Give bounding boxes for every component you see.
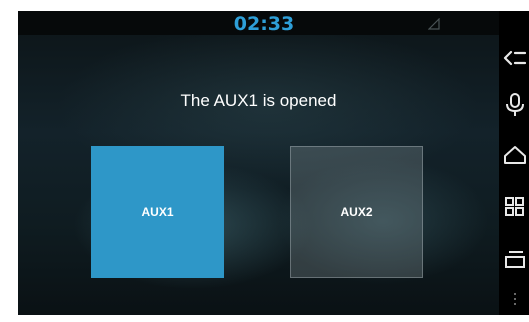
status-bar: 02:33 bbox=[18, 11, 499, 35]
recent-apps-icon[interactable] bbox=[501, 193, 527, 221]
menu-icon[interactable] bbox=[501, 245, 527, 273]
page-title: The AUX1 is opened bbox=[180, 91, 337, 110]
home-icon[interactable] bbox=[501, 141, 527, 169]
signal-icon bbox=[427, 17, 440, 30]
microphone-icon[interactable] bbox=[501, 90, 527, 118]
clock: 02:33 bbox=[233, 13, 295, 35]
aux-screen: 02:33 The AUX1 is opened AUX1 AUX2 bbox=[18, 11, 529, 315]
navigation-bar bbox=[499, 11, 529, 315]
back-icon[interactable] bbox=[501, 44, 527, 72]
aux1-button[interactable]: AUX1 bbox=[91, 146, 224, 278]
aux2-button[interactable]: AUX2 bbox=[290, 146, 423, 278]
aux2-label: AUX2 bbox=[340, 205, 373, 219]
aux1-label: AUX1 bbox=[141, 205, 174, 219]
more-icon[interactable] bbox=[501, 286, 527, 314]
